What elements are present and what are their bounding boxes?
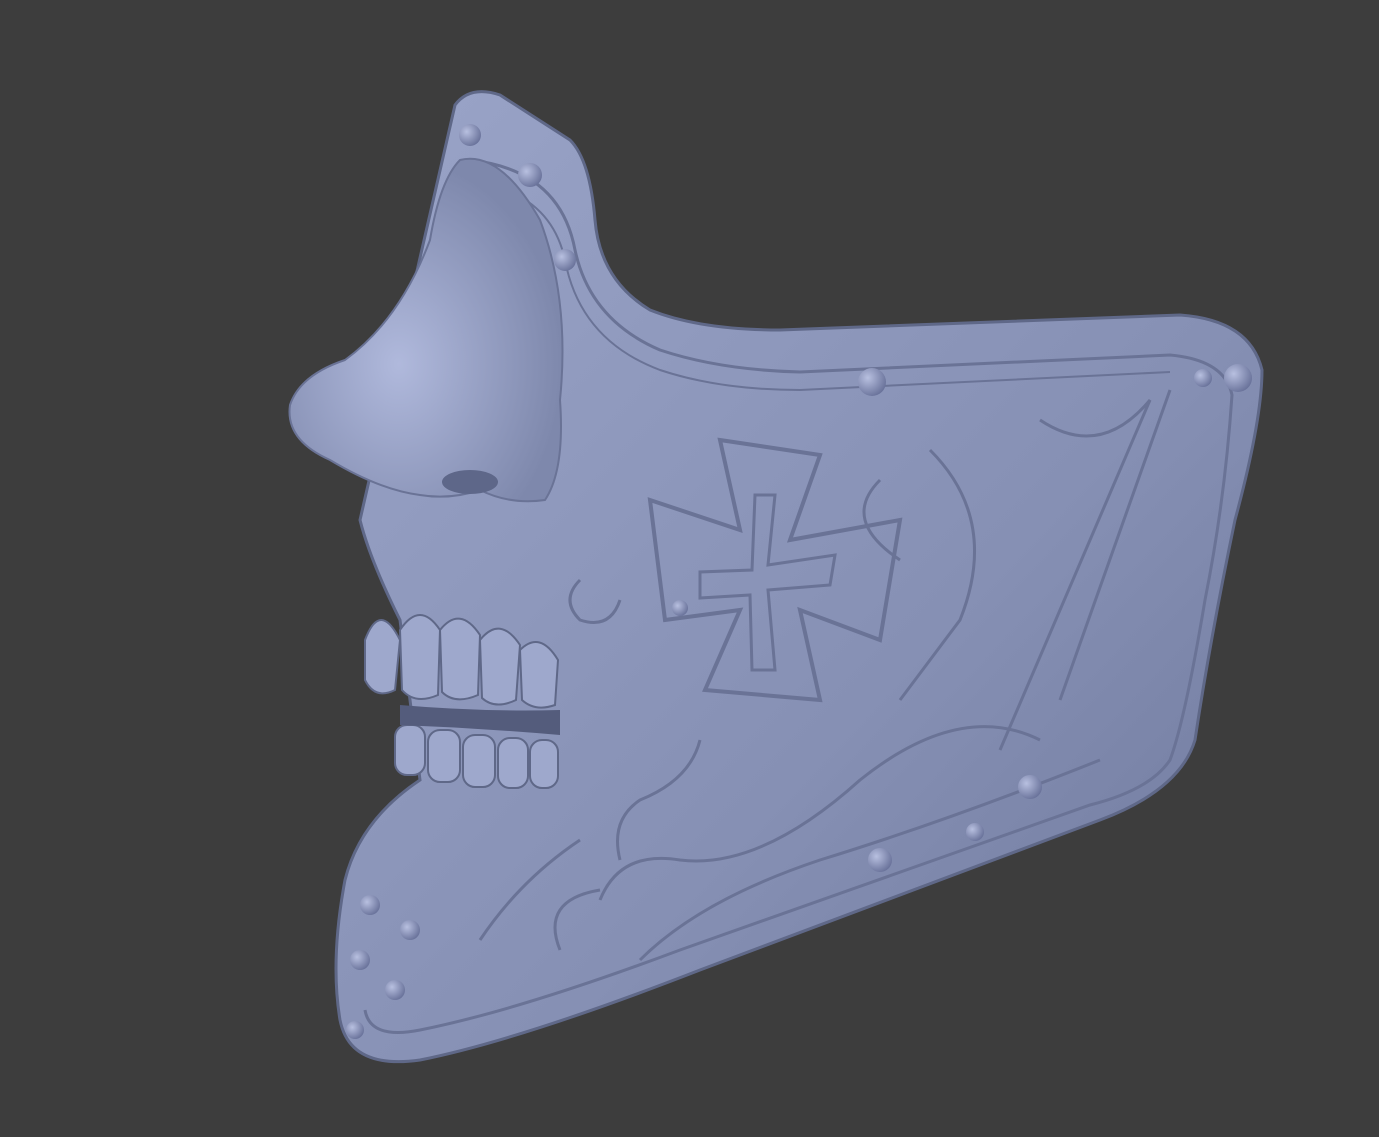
mask-model-render xyxy=(0,0,1379,1137)
nostril xyxy=(442,470,498,494)
3d-viewport[interactable] xyxy=(0,0,1379,1137)
